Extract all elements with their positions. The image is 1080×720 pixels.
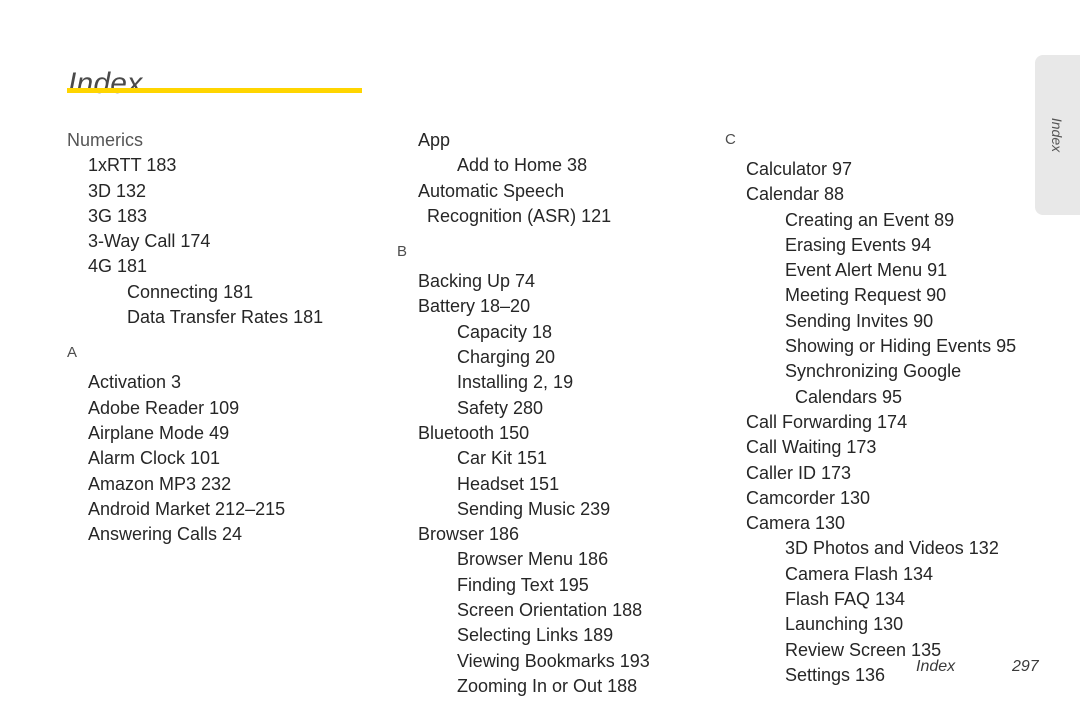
index-entry: Browser 186 <box>418 524 520 545</box>
index-section-heading: C <box>725 131 736 148</box>
index-entry: 3D 132 <box>88 180 147 201</box>
index-column-3: C Calculator 97 Calendar 88 Creating an Eve… <box>725 128 1025 688</box>
index-entry: Charging 20 <box>457 347 556 368</box>
index-entry: Answering Calls 24 <box>88 524 243 545</box>
title-accent-rule <box>67 88 362 93</box>
index-entry: 3D Photos and Videos 132 <box>785 538 999 559</box>
index-entry: Event Alert Menu 91 <box>785 260 948 281</box>
index-entry: Synchronizing Google <box>785 361 962 382</box>
index-entry: Data Transfer Rates 181 <box>127 307 324 328</box>
index-entry: Activation 3 <box>88 372 182 393</box>
index-section-heading: B <box>397 243 408 261</box>
index-entry: Camera 130 <box>746 513 846 534</box>
index-entry: Call Forwarding 174 <box>746 411 908 432</box>
index-entry: Amazon MP3 232 <box>88 473 232 494</box>
index-entry: 3G 183 <box>88 205 148 226</box>
index-entry: Camcorder 130 <box>746 487 871 508</box>
index-entry: Erasing Events 94 <box>785 234 932 255</box>
index-entry: Creating an Event 89 <box>785 209 955 230</box>
index-entry: Calculator 97 <box>746 159 853 179</box>
index-section-heading: Numerics <box>67 130 144 150</box>
index-entry: Add to Home 38 <box>457 155 588 176</box>
index-entry: Connecting 181 <box>127 281 254 302</box>
index-entry: Installing 2, 19 <box>457 372 574 393</box>
index-entry: Alarm Clock 101 <box>88 448 221 469</box>
index-entry: Bluetooth 150 <box>418 422 530 443</box>
index-entry: Calendars 95 <box>795 386 903 407</box>
index-entry: Flash FAQ 134 <box>785 589 906 610</box>
footer-section-label: Index <box>916 658 956 675</box>
index-entry: Screen Orientation 188 <box>457 600 643 621</box>
index-entry: 4G 181 <box>88 256 148 277</box>
index-entry: Camera Flash 134 <box>785 563 934 584</box>
index-entry: 1xRTT 183 <box>88 155 177 176</box>
index-entry: Launching 130 <box>785 614 904 635</box>
index-entry: Selecting Links 189 <box>457 625 614 646</box>
index-section-heading: A <box>67 344 78 362</box>
index-entry: Backing Up 74 <box>418 271 536 292</box>
index-entry: Meeting Request 90 <box>785 285 947 306</box>
footer-page-number: 297 <box>1012 658 1039 675</box>
index-entry: Airplane Mode 49 <box>88 422 230 443</box>
index-entry: Finding Text 195 <box>457 574 589 595</box>
index-entry: Caller ID 173 <box>746 462 852 483</box>
side-thumb-tab-label: Index <box>1049 117 1066 153</box>
index-entry: Call Waiting 173 <box>746 437 877 458</box>
index-entry: Capacity 18 <box>457 321 553 342</box>
index-entry: Automatic Speech <box>418 180 565 201</box>
page-footer: Index 297 <box>0 658 1080 682</box>
index-entry: Sending Invites 90 <box>785 310 934 331</box>
index-entry: Car Kit 151 <box>457 448 548 469</box>
index-entry: App <box>418 130 451 150</box>
index-entry: 3-Way Call 174 <box>88 231 211 252</box>
index-entry: Safety 280 <box>457 397 544 418</box>
side-thumb-tab-index: Index <box>1035 55 1080 215</box>
index-entry: Android Market 212–215 <box>88 498 286 519</box>
index-column-2: App Add to Home 38 Automatic Speech Recogni… <box>397 128 707 699</box>
index-entry: Recognition (ASR) 121 <box>427 205 612 226</box>
index-entry: Browser Menu 186 <box>457 549 609 570</box>
index-entry: Headset 151 <box>457 473 560 494</box>
page-title: Index <box>68 67 143 101</box>
index-column-1: Numerics 1xRTT 183 3D 132 3G 183 3-Way Call … <box>67 128 377 547</box>
index-entry: Showing or Hiding Events 95 <box>785 336 1017 357</box>
index-entry: Adobe Reader 109 <box>88 397 240 418</box>
index-entry: Calendar 88 <box>746 184 845 205</box>
index-entry: Battery 18–20 <box>418 296 531 317</box>
index-entry: Sending Music 239 <box>457 498 611 519</box>
